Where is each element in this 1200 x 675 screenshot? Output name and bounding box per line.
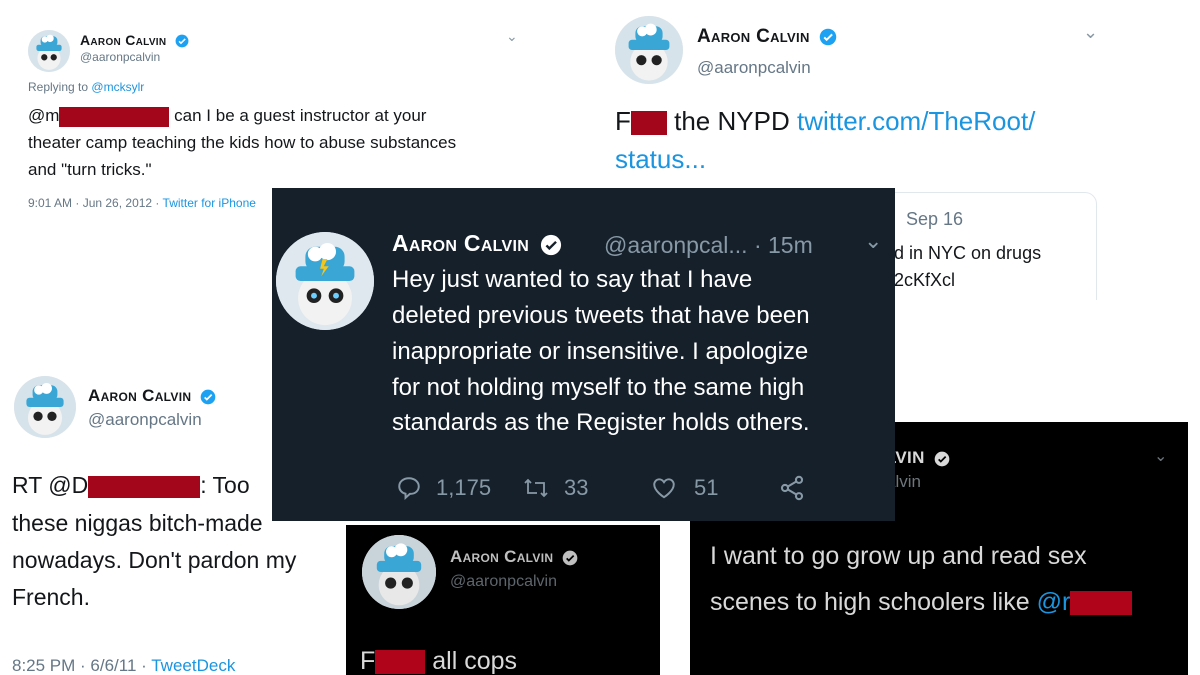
author-name[interactable]: Aaron Calvin <box>80 32 189 48</box>
tweet-text-line: French. <box>12 584 90 610</box>
chevron-down-icon[interactable]: ⌄ <box>506 28 518 45</box>
tweet-text-line: these niggas bitch-made <box>12 510 263 536</box>
tweet-text-line: scenes to high schoolers like @r <box>710 588 1133 617</box>
author-handle[interactable]: @aaronpcalvin <box>697 58 811 78</box>
like-count: 51 <box>694 475 719 500</box>
tweet-text-line: I want to go grow up and read sex <box>710 542 1087 570</box>
tweet-age: · 15m <box>753 232 813 258</box>
author-handle[interactable]: @aaronpcalvin <box>450 573 557 591</box>
tweet-text-line: standards as the Register holds others. <box>392 409 810 436</box>
tweet-text-line: for not holding myself to the same high <box>392 374 805 401</box>
tweet-text-line: @m can I be a guest instructor at your <box>28 106 427 127</box>
chevron-down-icon[interactable]: ⌄ <box>864 228 882 254</box>
reply-count: 1,175 <box>436 475 492 500</box>
cat-in-hat-avatar-icon <box>362 535 436 609</box>
avatar[interactable] <box>362 535 436 609</box>
tweet-source-link[interactable]: Twitter for iPhone <box>163 196 256 210</box>
verified-badge-icon <box>175 34 189 48</box>
tweet-text-line: inappropriate or insensitive. I apologiz… <box>392 338 809 365</box>
reply-mention-link[interactable]: @mcksylr <box>91 80 144 94</box>
tweet-card-apology[interactable]: Aaron Calvin @aaronpcal... · 15m ⌄ Hey j… <box>272 188 895 521</box>
like-icon <box>653 478 675 499</box>
tweet-text-line: F the NYPD twitter.com/TheRoot/ <box>615 106 1036 136</box>
retweet-icon <box>524 478 548 498</box>
author-name[interactable]: Aaron Calvin <box>88 386 216 406</box>
verified-badge-icon <box>819 28 837 46</box>
verified-badge-icon <box>540 234 561 256</box>
author-handle: @aaronpcal... · 15m <box>604 232 813 258</box>
author-name-partial[interactable]: LVIN <box>886 448 950 468</box>
share-icon <box>780 475 804 501</box>
mention-link[interactable]: @r <box>1037 588 1071 616</box>
tweet-timestamp: 8:25 PM · 6/6/11 · TweetDeck <box>12 656 236 675</box>
tweet-text-line: and "turn tricks." <box>28 160 152 179</box>
tweet-timestamp: 9:01 AM · Jun 26, 2012 · Twitter for iPh… <box>28 196 256 210</box>
tweet-text-line: theater camp teaching the kids how to ab… <box>28 133 457 152</box>
reply-button[interactable]: 1,175 <box>396 474 491 502</box>
verified-badge-icon <box>563 550 578 565</box>
retweet-count: 33 <box>564 475 589 500</box>
avatar[interactable] <box>28 30 70 72</box>
quoted-tweet-card[interactable]: Sep 16 d in NYC on drugs 2cKfXcl <box>875 192 1097 300</box>
retweet-button[interactable]: 33 <box>522 474 588 502</box>
avatar[interactable] <box>14 376 76 438</box>
reply-icon <box>398 477 420 500</box>
redaction-bar <box>375 650 426 675</box>
tweet-link[interactable]: twitter.com/TheRoot/ <box>797 106 1035 136</box>
tweet-text-line: Hey just wanted to say that I have <box>392 266 753 293</box>
redaction-bar <box>59 106 170 127</box>
tweet-text-line: F all cops <box>360 647 517 675</box>
author-name[interactable]: Aaron Calvin <box>450 547 578 567</box>
author-handle[interactable]: @aaronpcalvin <box>80 50 160 64</box>
avatar[interactable] <box>615 16 683 84</box>
author-name[interactable]: Aaron Calvin <box>392 230 562 257</box>
cat-in-hat-avatar-icon <box>276 232 374 330</box>
tweet-link[interactable]: status... <box>615 144 706 175</box>
avatar[interactable] <box>276 232 374 330</box>
quoted-tweet-text: d in NYC on drugs <box>894 243 1042 263</box>
tweet-text-line: deleted previous tweets that have been <box>392 302 810 329</box>
cat-in-hat-avatar-icon <box>14 376 76 438</box>
author-name[interactable]: Aaron Calvin <box>697 26 837 48</box>
redaction-bar <box>630 111 667 136</box>
quoted-tweet-date: Sep 16 <box>906 209 964 229</box>
replying-to-line: Replying to @mcksylr <box>28 80 145 94</box>
author-handle[interactable]: @aaronpcalvin <box>88 410 202 430</box>
redaction-bar <box>1070 591 1133 616</box>
redaction-bar <box>88 475 201 498</box>
like-button[interactable]: 51 <box>650 474 718 502</box>
tweet-source-link[interactable]: TweetDeck <box>151 656 235 675</box>
cat-in-hat-avatar-icon <box>615 16 683 84</box>
verified-badge-icon <box>201 389 216 404</box>
collage-canvas: Aaron Calvin @aaronpcalvin ⌄ Replying to… <box>0 0 1200 675</box>
tweet-text-line: nowadays. Don't pardon my <box>12 547 297 573</box>
chevron-down-icon[interactable]: ⌄ <box>1154 446 1167 466</box>
tweet-text-line: RT @D: Too <box>12 472 250 498</box>
chevron-down-icon[interactable]: ⌄ <box>1083 22 1098 43</box>
cat-in-hat-avatar-icon <box>28 30 70 72</box>
quoted-tweet-text: 2cKfXcl <box>894 270 956 290</box>
verified-badge-icon <box>934 451 950 466</box>
tweet-card-dark-middle[interactable]: Aaron Calvin @aaronpcalvin F all cops <box>346 525 660 675</box>
share-button[interactable] <box>778 474 806 502</box>
